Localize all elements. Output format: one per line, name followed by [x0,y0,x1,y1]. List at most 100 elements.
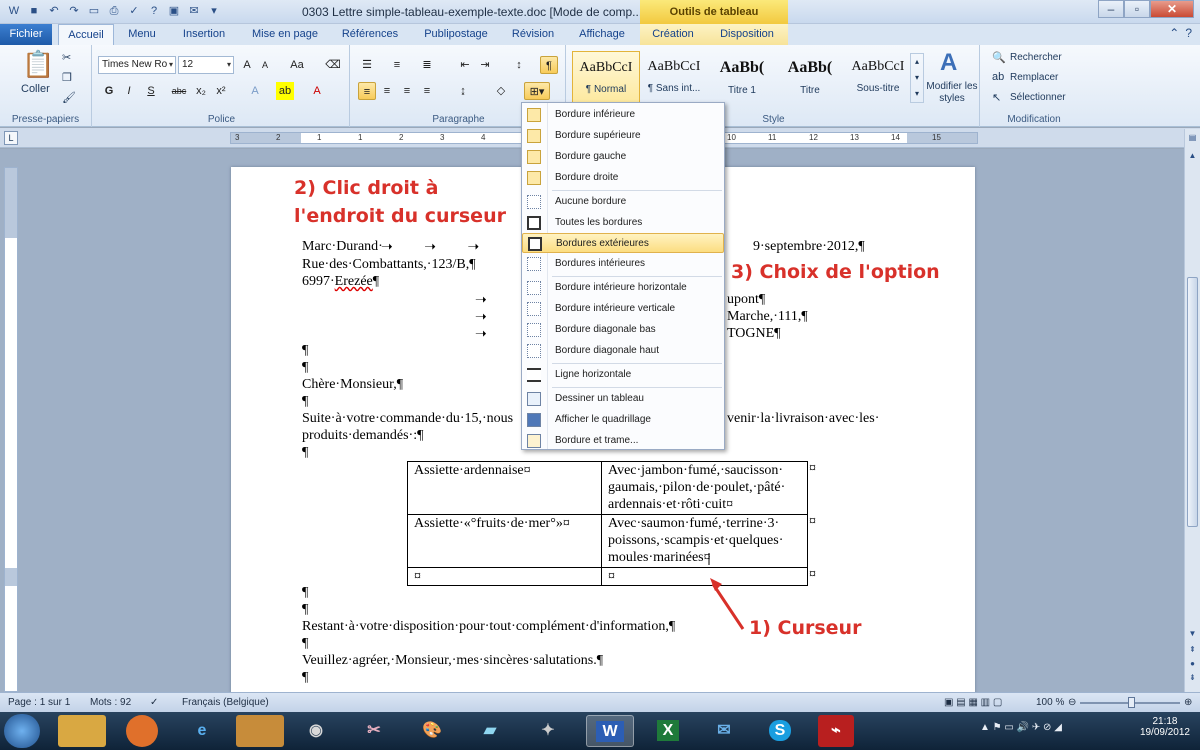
font-name-combo[interactable]: Times New Ro ▾ [98,56,176,74]
tab-file[interactable]: Fichier [0,24,52,45]
excel-taskbar-button[interactable]: X [644,715,692,747]
scroll-up-icon[interactable]: ▲ [1186,151,1199,164]
italic-icon[interactable]: I [120,82,138,100]
sort-icon[interactable]: ↕ [510,56,528,74]
tab-selector[interactable]: L [4,131,18,145]
shading-icon[interactable]: ◇ [492,82,510,100]
zoom-slider-thumb[interactable] [1128,697,1135,708]
browse-object-icon[interactable]: ● [1186,659,1199,672]
firefox-icon[interactable] [126,715,158,747]
word-taskbar-button[interactable]: W [586,715,634,747]
close-button[interactable]: ✕ [1150,0,1194,18]
tray-icons[interactable]: ▲ ⚑ ▭ 🔊 ✈ ⊘ ◢ [980,722,1062,733]
save-icon[interactable]: ■ [26,3,42,19]
grow-font-icon[interactable]: A [238,56,256,74]
media-icon[interactable] [236,715,284,747]
picture-icon[interactable]: ▣ [166,3,182,19]
minimize-ribbon-icon[interactable]: ⌃ [1169,26,1179,40]
customize-qat-icon[interactable]: ▾ [206,3,222,19]
view-buttons[interactable]: ▣ ▤ ▦ ▥ ▢ [944,697,1002,708]
vertical-scrollbar[interactable]: ▤ ▲ ▼ ⇞ ● ⇟ [1184,129,1200,692]
strikethrough-icon[interactable]: abc [170,82,188,100]
help-icon[interactable]: ? [1185,26,1192,40]
mail-icon[interactable]: ✉ [186,3,202,19]
find-button[interactable]: Rechercher [1010,52,1062,63]
menu-item-inside-borders[interactable]: Bordures intérieures [522,254,724,274]
align-center-icon[interactable]: ≡ [378,82,396,100]
clear-format-icon[interactable]: ⌫ [324,56,342,74]
font-color-icon[interactable]: A [308,82,326,100]
menu-item-top-border[interactable]: Bordure supérieure [522,126,724,146]
menu-item-inside-horizontal[interactable]: Bordure intérieure horizontale [522,278,724,298]
text-effects-icon[interactable]: A [246,82,264,100]
tab-design[interactable]: Création [640,24,706,45]
align-right-icon[interactable]: ≡ [398,82,416,100]
select-button[interactable]: Sélectionner [1010,92,1066,103]
align-left-icon[interactable]: ≡ [358,82,376,100]
menu-item-all-borders[interactable]: Toutes les bordures [522,213,724,233]
language-status[interactable]: Français (Belgique) [182,697,269,708]
thunderbird-icon[interactable]: ✉ [700,715,748,747]
bullets-icon[interactable]: ☰ [358,56,376,74]
zoom-in-icon[interactable]: ⊕ [1184,697,1192,708]
menu-item-bottom-border[interactable]: Bordure inférieure [522,105,724,125]
game-icon[interactable]: ✦ [524,715,572,747]
numbering-icon[interactable]: ≡ [388,56,406,74]
font-size-combo[interactable]: 12 ▾ [178,56,234,74]
cut-icon[interactable]: ✂ [62,51,71,64]
scroll-down-icon[interactable]: ▼ [1186,629,1199,642]
menu-item-horizontal-line[interactable]: Ligne horizontale [522,365,724,385]
vertical-ruler[interactable] [4,167,18,692]
copy-icon[interactable]: ❐ [62,71,72,84]
style-subtitle[interactable]: AaBbCcI Sous-titre [844,51,912,103]
style-title[interactable]: AaBb(Titre [776,51,844,103]
skype-taskbar-button[interactable]: S [756,715,804,747]
change-styles-button[interactable]: Modifier les styles [926,81,978,105]
menu-item-diagonal-down[interactable]: Bordure diagonale bas [522,320,724,340]
change-styles-icon[interactable]: A [940,49,957,77]
redo-icon[interactable]: ↷ [66,3,82,19]
spelling-icon[interactable]: ✓ [126,3,142,19]
tab-layout[interactable]: Mise en page [244,24,326,45]
snipping-icon[interactable]: ✂ [350,715,398,747]
maximize-button[interactable]: ▫ [1124,0,1150,18]
highlight-icon[interactable]: ab [276,82,294,100]
help-icon[interactable]: ? [146,3,162,19]
pdf-icon[interactable]: ⌁ [818,715,854,747]
show-formatting-icon[interactable]: ¶ [540,56,558,74]
tab-menu[interactable]: Menu [118,24,166,45]
line-spacing-icon[interactable]: ↨ [454,82,472,100]
zoom-level[interactable]: 100 % [1036,697,1064,708]
ruler-toggle-icon[interactable]: ▤ [1186,133,1199,146]
menu-item-no-border[interactable]: Aucune bordure [522,192,724,212]
tab-insert[interactable]: Insertion [172,24,236,45]
borders-button[interactable]: ⊞▾ [524,82,550,100]
tab-home[interactable]: Accueil [58,24,114,46]
clock[interactable]: 21:18 19/09/2012 [1140,716,1190,738]
tab-review[interactable]: Révision [504,24,562,45]
menu-item-inside-vertical[interactable]: Bordure intérieure verticale [522,299,724,319]
paste-icon[interactable]: 📋 [22,49,54,80]
replace-icon[interactable]: ab [992,71,1004,83]
word-count[interactable]: Mots : 92 [90,697,131,708]
style-no-spacing[interactable]: AaBbCcI ¶ Sans int... [640,51,708,103]
tab-references[interactable]: Références [334,24,406,45]
menu-item-borders-shading[interactable]: Bordure et trame... [522,431,724,451]
undo-icon[interactable]: ↶ [46,3,62,19]
tab-table-layout[interactable]: Disposition [706,24,788,45]
proofing-icon[interactable]: ✓ [150,697,158,708]
next-page-icon[interactable]: ⇟ [1186,673,1199,686]
style-normal[interactable]: AaBbCcI ¶ Normal [572,51,640,103]
menu-item-diagonal-up[interactable]: Bordure diagonale haut [522,341,724,361]
multilevel-list-icon[interactable]: ≣ [418,56,436,74]
tab-view[interactable]: Affichage [570,24,634,45]
subscript-icon[interactable]: x₂ [192,82,210,100]
find-icon[interactable]: 🔍 [992,51,1006,64]
explorer-icon[interactable] [58,715,106,747]
bold-icon[interactable]: G [100,82,118,100]
start-button[interactable] [4,714,40,748]
styles-scroll[interactable]: ▴ ▾ ▾ [910,53,924,103]
prev-page-icon[interactable]: ⇞ [1186,645,1199,658]
paste-button[interactable]: Coller [21,83,50,95]
page-count[interactable]: Page : 1 sur 1 [8,697,70,708]
